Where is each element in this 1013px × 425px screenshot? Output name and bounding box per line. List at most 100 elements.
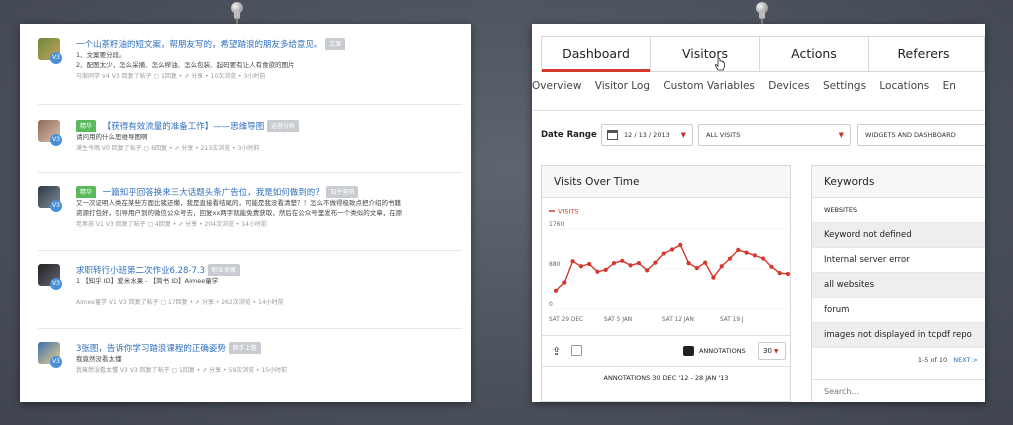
chevron-down-icon: ▼ [838, 131, 844, 139]
sub-navigation: Overview Visitor Log Custom Variables De… [532, 80, 985, 102]
tab-visitors[interactable]: Visitors [651, 37, 760, 71]
keywords-widget: Keywords WEBSITES Keyword not defined In… [811, 165, 985, 402]
subnav-devices[interactable]: Devices [768, 80, 809, 92]
data-point [744, 250, 749, 255]
data-point [603, 267, 608, 273]
tab-dashboard[interactable]: Dashboard [542, 37, 651, 72]
data-point [694, 265, 699, 271]
verified-badge-icon: V3 [50, 134, 62, 146]
table-row[interactable]: Keyword not defined [812, 223, 985, 248]
post-meta: Aimee童学 V1 V3 回复了帖子 ▢ 17回复 • ⇗ 分享 • 262次… [76, 299, 284, 306]
post-title-text[interactable]: 【获得有效流量的准备工作】——思维导图 [103, 122, 265, 132]
x-tick-label: SAT 12 JAN [662, 317, 694, 323]
topic-tag[interactable]: 运营分析 [266, 120, 299, 132]
filter-bar: Date Range 12 / 13 / 2013 ▼ ALL VISITS ▼… [541, 124, 985, 148]
feed-item[interactable]: V3 精华 一篇知乎回答换来三大话题头条广告位，我是如何做到的？ 知乎营销 又一… [38, 186, 462, 242]
topic-tag[interactable]: 文案 [325, 38, 346, 50]
post-title[interactable]: 3张图，告诉你学习踏浪课程的正确姿势 新手上路 [76, 342, 462, 354]
date-value: 12 / 13 / 2013 [624, 131, 670, 139]
x-tick-label: SAT 29 DEC [549, 317, 583, 323]
subnav-custom-variables[interactable]: Custom Variables [663, 80, 755, 92]
table-row[interactable]: images not displayed in tcpdf repo [812, 323, 985, 348]
feed-item[interactable]: V3 精华 【获得有效流量的准备工作】——思维导图 运营分析 请问用的什么思维导… [38, 120, 462, 170]
data-point [719, 264, 724, 269]
annotations-button[interactable]: ANNOTATIONS [699, 347, 746, 355]
data-point [727, 256, 733, 261]
series-line [555, 243, 789, 292]
data-point [769, 264, 774, 269]
tab-actions[interactable]: Actions [760, 37, 869, 71]
widgets-select[interactable]: WIDGETS AND DASHBOARD [857, 124, 985, 146]
data-point [628, 263, 633, 268]
y-tick-label: 0 [549, 301, 553, 308]
image-export-icon[interactable] [571, 345, 582, 356]
post-excerpt: 2、配图太少，怎么采摘、怎么榨油、怎么包装、起码要有让人有食欲的图片 [76, 61, 295, 69]
chevron-down-icon: ▼ [773, 348, 779, 355]
post-title-text[interactable]: 一个山茶籽油的短文案，帮朋友写的，希望踏浪的朋友多给意见。 [76, 40, 323, 50]
widgets-select-value: WIDGETS AND DASHBOARD [865, 131, 956, 139]
post-title[interactable]: 精华 【获得有效流量的准备工作】——思维导图 运营分析 [76, 120, 462, 132]
post-excerpt: 请问用的什么思维导图啊 [76, 133, 148, 141]
pagination-range: 1-5 of 10 [917, 356, 948, 364]
date-picker[interactable]: 12 / 13 / 2013 ▼ [601, 124, 693, 146]
data-point [645, 268, 650, 273]
data-point [578, 264, 583, 269]
topic-tag[interactable]: 新手上路 [228, 342, 261, 354]
subnav-visitor-log[interactable]: Visitor Log [595, 80, 650, 92]
chevron-down-icon: ▼ [680, 131, 686, 139]
widget-title: Keywords [812, 166, 985, 198]
x-tick-label: SAT 19 J [720, 317, 744, 323]
featured-tag: 精华 [76, 186, 97, 198]
data-point [553, 288, 559, 293]
topic-tag[interactable]: 知乎营销 [326, 186, 359, 198]
main-tabs: Dashboard Visitors Actions Referers [541, 36, 985, 72]
post-title[interactable]: 一个山茶籽油的短文案，帮朋友写的，希望踏浪的朋友多给意见。 文案 [76, 38, 462, 50]
forum-feed-card: V3 一个山茶籽油的短文案，帮朋友写的，希望踏浪的朋友多给意见。 文案 1、文案… [20, 24, 471, 402]
table-row[interactable]: Internal server error [812, 248, 985, 273]
y-tick-label: 1760 [549, 221, 564, 228]
data-point [669, 247, 675, 252]
data-point [703, 260, 708, 265]
column-header: WEBSITES [812, 198, 985, 223]
post-title[interactable]: 求职转行小班第二次作业6.28-7.3 职业发展 [76, 264, 462, 276]
data-point [620, 258, 625, 263]
verified-badge-icon: V3 [50, 278, 62, 290]
post-meta: 漠生今雨 V0 回复了帖子 ▢ 6回复 • ⇗ 分享 • 213次浏览 • 3小… [76, 145, 260, 152]
post-excerpt: 1 【知乎 ID】爱米水果 - 【简书 ID】Aimee童学 [76, 277, 219, 285]
annotation-icon [683, 346, 694, 356]
tab-referers[interactable]: Referers [869, 37, 978, 71]
table-row[interactable]: all websites [812, 273, 985, 298]
visits-line-chart[interactable]: VISITS 1760 880 0 SAT 29 DEC SAT 5 JAN SAT 12 … [542, 199, 792, 335]
data-point [678, 242, 683, 248]
divider [38, 172, 462, 173]
post-title-text[interactable]: 3张图，告诉你学习踏浪课程的正确姿势 [76, 344, 226, 354]
share-icon[interactable]: ⇪ [552, 345, 561, 358]
subnav-engagement[interactable]: En [943, 80, 956, 92]
feed-item[interactable]: V3 3张图，告诉你学习踏浪课程的正确姿势 新手上路 我竟然没看太懂 我竟然没看… [38, 342, 462, 392]
post-excerpt: 又一次证明人类在某些方面比猪还懒，我是直接看结尾的，可能是我没看清楚？！怎么不做… [76, 199, 401, 207]
post-meta: 马渐同学 V4 V3 回复了帖子 ▢ 1回复 • ⇗ 分享 • 10次浏览 • … [76, 73, 266, 80]
data-point [587, 261, 592, 267]
post-title-text[interactable]: 一篇知乎回答换来三大话题头条广告位，我是如何做到的？ [103, 188, 324, 198]
subnav-settings[interactable]: Settings [823, 80, 866, 92]
verified-badge-icon: V3 [50, 356, 62, 368]
data-point [661, 251, 666, 256]
post-title[interactable]: 精华 一篇知乎回答换来三大话题头条广告位，我是如何做到的？ 知乎营销 [76, 186, 462, 198]
feed-item[interactable]: V3 一个山茶籽油的短文案，帮朋友写的，希望踏浪的朋友多给意见。 文案 1、文案… [38, 38, 462, 94]
table-row[interactable]: forum [812, 298, 985, 323]
subnav-overview[interactable]: Overview [532, 80, 581, 92]
data-point [777, 270, 782, 276]
y-tick-label: 880 [549, 261, 561, 268]
post-title-text[interactable]: 求职转行小班第二次作业6.28-7.3 [76, 266, 205, 276]
period-select[interactable]: 30 ▼ [758, 342, 786, 360]
topic-tag[interactable]: 职业发展 [207, 264, 240, 276]
data-point [785, 271, 791, 277]
next-page-link[interactable]: NEXT > [953, 356, 978, 364]
visits-segment-select[interactable]: ALL VISITS ▼ [698, 124, 851, 146]
visits-select-value: ALL VISITS [706, 131, 741, 139]
subnav-locations[interactable]: Locations [879, 80, 929, 92]
data-point [752, 253, 757, 258]
data-point [595, 269, 600, 274]
feed-item[interactable]: V3 求职转行小班第二次作业6.28-7.3 职业发展 1 【知乎 ID】爱米水… [38, 264, 462, 320]
keyword-search-input[interactable] [812, 379, 985, 402]
